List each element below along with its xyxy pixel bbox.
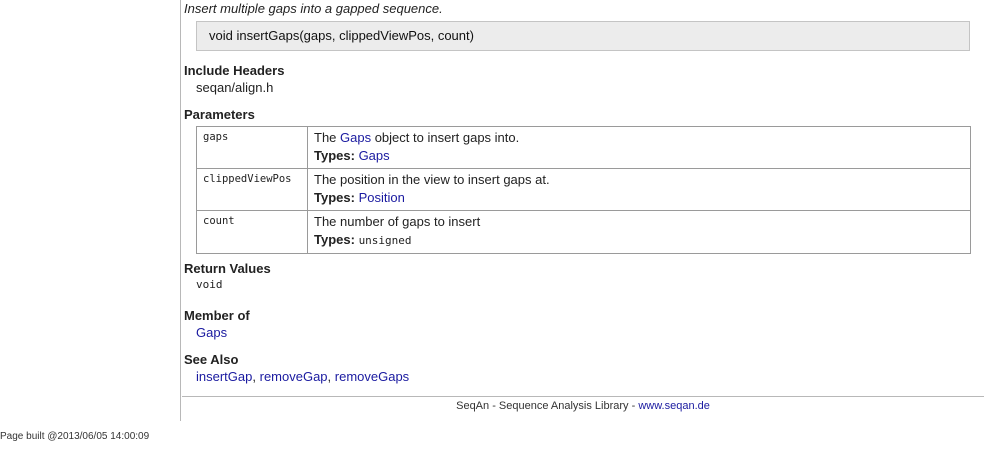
- footer-divider: [182, 396, 984, 397]
- member-of-value: Gaps: [196, 325, 227, 340]
- see-also-heading: See Also: [184, 352, 239, 367]
- param-types: Types: unsigned: [314, 231, 964, 250]
- param-types: Types: Gaps: [314, 147, 964, 165]
- include-header-value: seqan/align.h: [196, 80, 274, 95]
- types-label: Types:: [314, 190, 355, 205]
- see-also-links: insertGap, removeGap, removeGaps: [196, 369, 409, 384]
- param-description: The Gaps object to insert gaps into. Typ…: [307, 126, 971, 169]
- param-description-text: The number of gaps to insert: [314, 214, 481, 229]
- see-also-removegaps-link[interactable]: removeGaps: [335, 369, 409, 384]
- separator: ,: [252, 369, 260, 384]
- param-description: The number of gaps to insert Types: unsi…: [307, 210, 971, 254]
- param-desc-text: The: [314, 130, 341, 145]
- param-types: Types: Position: [314, 189, 964, 207]
- page-built-timestamp: Page built @2013/06/05 14:00:09: [0, 431, 150, 442]
- type-gaps-link[interactable]: Gaps: [359, 148, 390, 163]
- table-row: clippedViewPos The position in the view …: [196, 168, 971, 211]
- footer: SeqAn - Sequence Analysis Library - www.…: [181, 400, 985, 412]
- footer-text: SeqAn - Sequence Analysis Library -: [456, 400, 639, 412]
- member-of-gaps-link[interactable]: Gaps: [196, 325, 227, 340]
- see-also-removegap-link[interactable]: removeGap: [260, 369, 328, 384]
- include-headers-heading: Include Headers: [184, 63, 285, 78]
- return-values-heading: Return Values: [184, 261, 271, 276]
- param-description-text: The position in the view to insert gaps …: [314, 172, 550, 187]
- page: Insert multiple gaps into a gapped seque…: [0, 0, 1008, 451]
- function-summary: Insert multiple gaps into a gapped seque…: [184, 1, 443, 16]
- function-signature: void insertGaps(gaps, clippedViewPos, co…: [196, 21, 970, 51]
- param-desc-text: object to insert gaps into.: [371, 130, 520, 145]
- table-row: count The number of gaps to insert Types…: [196, 210, 971, 254]
- member-of-heading: Member of: [184, 308, 250, 323]
- return-value: void: [196, 278, 223, 291]
- type-unsigned: unsigned: [358, 234, 412, 247]
- type-position-link[interactable]: Position: [359, 190, 405, 205]
- param-name: clippedViewPos: [196, 168, 308, 211]
- separator: ,: [327, 369, 335, 384]
- types-label: Types:: [314, 148, 355, 163]
- types-label: Types:: [314, 232, 355, 247]
- param-name: gaps: [196, 126, 308, 169]
- table-row: gaps The Gaps object to insert gaps into…: [196, 126, 971, 169]
- param-description-text: The Gaps object to insert gaps into.: [314, 129, 964, 147]
- parameters-heading: Parameters: [184, 107, 255, 122]
- gaps-link[interactable]: Gaps: [340, 130, 371, 145]
- param-name: count: [196, 210, 308, 254]
- footer-website-link[interactable]: www.seqan.de: [638, 400, 710, 412]
- param-description: The position in the view to insert gaps …: [307, 168, 971, 211]
- see-also-insertgap-link[interactable]: insertGap: [196, 369, 252, 384]
- content-column: Insert multiple gaps into a gapped seque…: [180, 0, 985, 421]
- parameters-table: gaps The Gaps object to insert gaps into…: [196, 126, 971, 254]
